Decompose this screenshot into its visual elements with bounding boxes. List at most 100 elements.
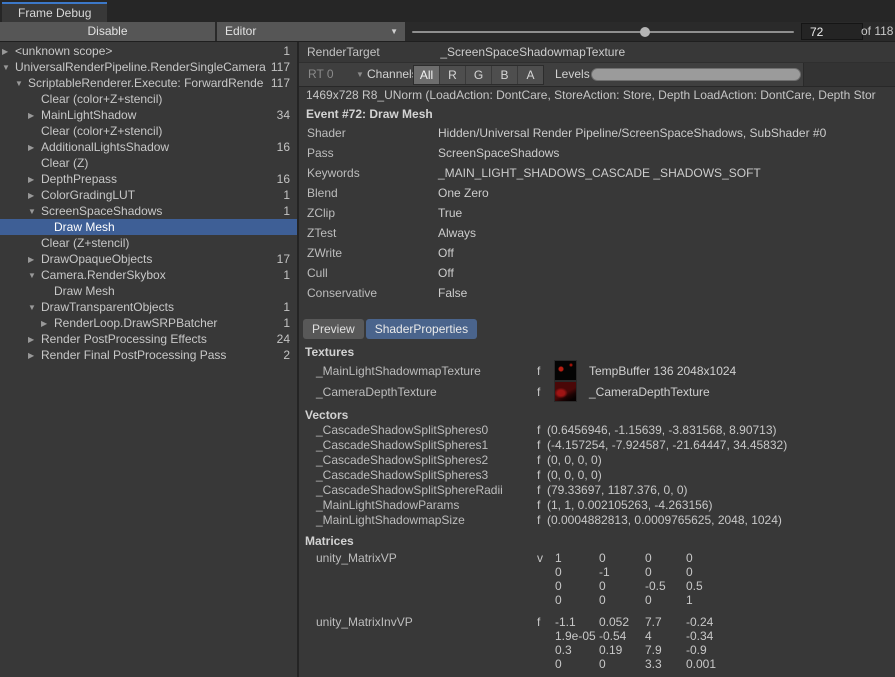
matrix-block: unity_MatrixVPv10000-10000-0.50.50001 [299,551,895,607]
levels-range-slider[interactable] [591,68,801,81]
channel-button-all[interactable]: All [414,66,440,84]
texture-type: f [537,385,540,399]
tree-item-count: 1 [283,300,297,314]
frame-number-input[interactable] [801,23,863,40]
foldout-collapsed-icon[interactable]: ▶ [28,142,41,152]
property-value: ScreenSpaceShadows [438,146,559,160]
tree-item-label: Draw Mesh [54,220,290,234]
disable-button[interactable]: Disable [0,22,216,41]
tree-item-count: 34 [277,108,297,122]
tree-item[interactable]: ▼Camera.RenderSkybox1 [0,267,297,283]
texture-thumbnail[interactable] [555,361,576,380]
tree-item[interactable]: Clear (color+Z+stencil) [0,123,297,139]
matrix-cell: 0 [599,579,645,593]
vector-name: _CascadeShadowSplitSphereRadii [316,483,503,498]
matrix-cell: 0 [555,565,599,579]
matrix-cell: 0 [555,593,599,607]
foldout-collapsed-icon[interactable]: ▶ [28,254,41,264]
tree-item-label: AdditionalLightsShadow [41,140,277,154]
frame-slider-handle[interactable] [640,27,650,37]
foldout-collapsed-icon[interactable]: ▶ [2,46,15,56]
foldout-expanded-icon[interactable]: ▼ [2,62,15,72]
channels-row-spacer [803,63,895,86]
tree-item-count: 16 [277,172,297,186]
tree-item-label: UniversalRenderPipeline.RenderSingleCame… [15,60,271,74]
tab-preview[interactable]: Preview [303,319,364,339]
target-dropdown[interactable]: Editor ▼ [217,22,405,41]
render-target-row: RenderTarget _ScreenSpaceShadowmapTextur… [299,42,895,63]
foldout-expanded-icon[interactable]: ▼ [28,302,41,312]
event-detail-panel: RenderTarget _ScreenSpaceShadowmapTextur… [299,42,895,677]
matrix-cell: -0.5 [645,579,686,593]
tree-item[interactable]: Draw Mesh [0,283,297,299]
tree-item-label: <unknown scope> [15,44,283,58]
tree-item[interactable]: Draw Mesh [0,219,297,235]
tab-shaderproperties[interactable]: ShaderProperties [366,319,477,339]
vector-row: _CascadeShadowSplitSpheres3f(0, 0, 0, 0) [299,468,895,483]
channel-button-b[interactable]: B [492,66,518,84]
foldout-expanded-icon[interactable]: ▼ [15,78,28,88]
property-value: False [438,286,467,300]
tree-item-count: 117 [271,60,297,74]
tree-item[interactable]: ▶Render PostProcessing Effects24 [0,331,297,347]
matrix-cell: 0 [686,565,756,579]
tree-item[interactable]: ▶<unknown scope>1 [0,43,297,59]
tree-indent-spacer [28,243,41,244]
matrix-cell: 3.3 [645,657,686,671]
foldout-collapsed-icon[interactable]: ▶ [28,190,41,200]
textures-section-header: Textures [299,345,895,360]
tree-item-count: 1 [283,316,297,330]
rt-index-dropdown[interactable]: RT 0 [302,66,364,83]
matrix-cell: 7.9 [645,643,686,657]
tree-item[interactable]: ▼DrawTransparentObjects1 [0,299,297,315]
tree-item[interactable]: ▼UniversalRenderPipeline.RenderSingleCam… [0,59,297,75]
matrix-cell: 0 [599,657,645,671]
vector-value: (0.0004882813, 0.0009765625, 2048, 1024) [547,513,782,528]
tree-item[interactable]: ▼ScriptableRenderer.Execute: ForwardRend… [0,75,297,91]
vector-row: _MainLightShadowParamsf(1, 1, 0.00210526… [299,498,895,513]
vectors-section-header: Vectors [299,408,895,423]
tree-item[interactable]: ▶ColorGradingLUT1 [0,187,297,203]
foldout-collapsed-icon[interactable]: ▶ [28,334,41,344]
foldout-collapsed-icon[interactable]: ▶ [28,350,41,360]
property-row: CullOff [299,263,895,283]
tree-item[interactable]: Clear (color+Z+stencil) [0,91,297,107]
texture-thumbnail[interactable] [555,382,576,401]
matrix-cell: 0 [645,551,686,565]
tree-item[interactable]: ▶DepthPrepass16 [0,171,297,187]
foldout-collapsed-icon[interactable]: ▶ [28,110,41,120]
main-split: ▶<unknown scope>1▼UniversalRenderPipelin… [0,42,895,677]
chevron-down-icon: ▼ [390,22,398,41]
frame-total-label: of 118 [861,22,893,40]
foldout-expanded-icon[interactable]: ▼ [28,206,41,216]
tree-item[interactable]: ▶MainLightShadow34 [0,107,297,123]
vector-type: f [537,483,540,498]
toolbar: Disable Editor ▼ of 118 [0,22,895,42]
texture-type: f [537,364,540,378]
foldout-expanded-icon[interactable]: ▼ [28,270,41,280]
foldout-collapsed-icon[interactable]: ▶ [28,174,41,184]
property-row: ZClipTrue [299,203,895,223]
tree-item[interactable]: ▶AdditionalLightsShadow16 [0,139,297,155]
property-value: One Zero [438,186,489,200]
tree-item[interactable]: ▶Render Final PostProcessing Pass2 [0,347,297,363]
tree-item[interactable]: Clear (Z) [0,155,297,171]
tree-item[interactable]: ▼ScreenSpaceShadows1 [0,203,297,219]
channel-button-a[interactable]: A [518,66,543,84]
channel-button-r[interactable]: R [440,66,466,84]
tree-item[interactable]: ▶DrawOpaqueObjects17 [0,251,297,267]
frame-slider[interactable] [412,31,794,33]
matrix-values: -1.10.0527.7-0.241.9e-05-0.544-0.340.30.… [555,615,895,671]
foldout-collapsed-icon[interactable]: ▶ [41,318,54,328]
vector-type: f [537,438,540,453]
property-label: Shader [299,123,438,143]
chevron-down-icon: ▼ [356,66,364,83]
tab-frame-debug[interactable]: Frame Debug [2,2,107,22]
tree-item-label: ScriptableRenderer.Execute: ForwardRende [28,76,271,90]
vector-row: _MainLightShadowmapSizef(0.0004882813, 0… [299,513,895,528]
tree-item[interactable]: ▶RenderLoop.DrawSRPBatcher1 [0,315,297,331]
channel-button-g[interactable]: G [466,66,492,84]
matrix-cell: 0 [599,593,645,607]
property-value: Hidden/Universal Render Pipeline/ScreenS… [438,126,826,140]
tree-item[interactable]: Clear (Z+stencil) [0,235,297,251]
